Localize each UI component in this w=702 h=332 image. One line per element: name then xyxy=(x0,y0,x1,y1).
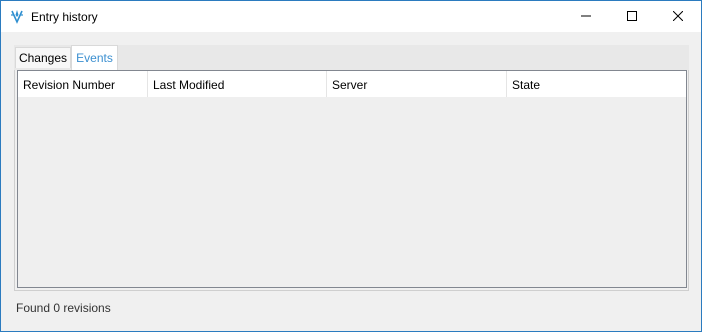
tab-events[interactable]: Events xyxy=(71,45,118,70)
title-bar[interactable]: Entry history xyxy=(1,1,701,32)
window-title: Entry history xyxy=(31,10,98,24)
grid-header: Revision Number Last Modified Server Sta… xyxy=(18,71,686,97)
entry-history-window: Entry history Changes Events Revision Nu… xyxy=(0,0,702,332)
close-button[interactable] xyxy=(655,1,701,32)
window-client-area: Changes Events Revision Number Last Modi… xyxy=(1,32,701,331)
column-header-state[interactable]: State xyxy=(507,71,686,97)
minimize-icon xyxy=(581,8,591,26)
minimize-button[interactable] xyxy=(563,1,609,32)
status-text: Found 0 revisions xyxy=(16,301,111,315)
revisions-grid[interactable]: Revision Number Last Modified Server Sta… xyxy=(17,70,687,288)
column-header-revision-number[interactable]: Revision Number xyxy=(18,71,148,97)
maximize-icon xyxy=(627,8,637,26)
close-icon xyxy=(672,8,684,26)
tab-panel: Revision Number Last Modified Server Sta… xyxy=(14,70,689,291)
app-logo-icon xyxy=(9,8,25,24)
maximize-button[interactable] xyxy=(609,1,655,32)
column-header-last-modified[interactable]: Last Modified xyxy=(148,71,327,97)
tab-strip: Changes Events xyxy=(14,45,689,70)
tab-changes[interactable]: Changes xyxy=(15,47,71,68)
column-header-server[interactable]: Server xyxy=(327,71,507,97)
